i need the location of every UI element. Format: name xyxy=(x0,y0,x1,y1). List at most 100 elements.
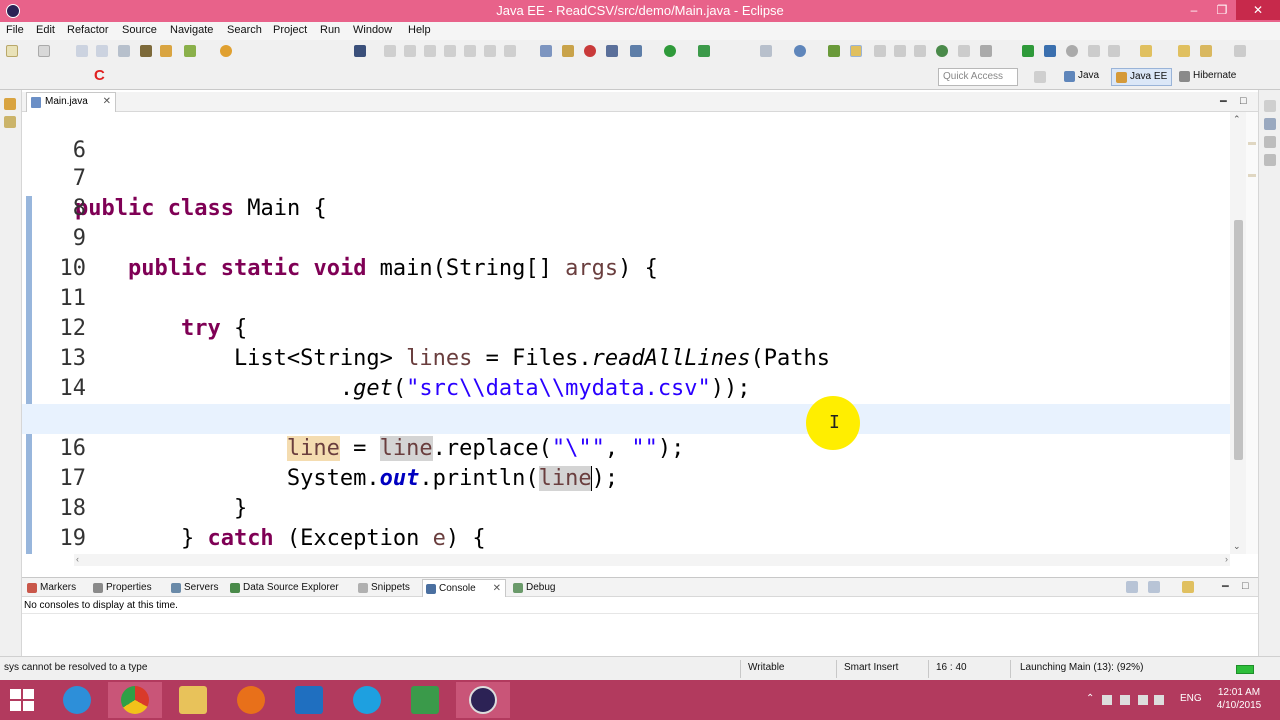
console-close-icon[interactable]: ✕ xyxy=(493,583,501,594)
configure-icon[interactable] xyxy=(630,45,642,57)
new-console-icon[interactable] xyxy=(1182,581,1194,593)
suspend-icon[interactable] xyxy=(404,45,416,57)
menu-source[interactable]: Source xyxy=(122,24,157,36)
save-icon[interactable] xyxy=(76,45,88,57)
debug-run-icon[interactable] xyxy=(698,45,710,57)
show-whitespace-icon[interactable] xyxy=(894,45,906,57)
perspective-java-ee[interactable]: Java EE xyxy=(1111,68,1173,86)
open-type-icon[interactable] xyxy=(140,45,152,57)
project-explorer-icon[interactable] xyxy=(4,116,16,128)
open-console-icon[interactable] xyxy=(1126,581,1138,593)
scroll-right-icon[interactable]: › xyxy=(1225,554,1228,564)
perspective-java[interactable]: Java xyxy=(1060,68,1103,86)
progress-indicator[interactable] xyxy=(1236,665,1254,674)
build-icon[interactable] xyxy=(562,45,574,57)
close-button[interactable]: ✕ xyxy=(1236,0,1280,20)
perspective-hibernate[interactable]: Hibernate xyxy=(1175,68,1240,86)
taskbar-skype[interactable] xyxy=(340,682,394,718)
deploy-icon[interactable] xyxy=(606,45,618,57)
step-over-icon[interactable] xyxy=(484,45,496,57)
display-console-icon[interactable] xyxy=(1148,581,1160,593)
tab-properties[interactable]: Properties xyxy=(90,579,156,597)
tab-console[interactable]: Console ✕ xyxy=(422,579,506,597)
tab-data-source-explorer[interactable]: Data Source Explorer xyxy=(227,579,343,597)
tab-markers[interactable]: Markers xyxy=(24,579,80,597)
menu-edit[interactable]: Edit xyxy=(36,24,55,36)
next-annotation-icon[interactable] xyxy=(1108,45,1120,57)
maximize-editor-icon[interactable]: □ xyxy=(1240,95,1247,107)
menu-file[interactable]: File xyxy=(6,24,24,36)
resume-icon[interactable] xyxy=(384,45,396,57)
redo-icon[interactable]: C xyxy=(94,67,105,84)
mark-occurrences-icon[interactable] xyxy=(850,45,862,57)
toggle-breakpoint-icon[interactable] xyxy=(540,45,552,57)
terminate-icon[interactable] xyxy=(424,45,436,57)
taskbar-chrome[interactable] xyxy=(108,682,162,718)
new-class-icon[interactable] xyxy=(794,45,806,57)
scroll-left-icon[interactable]: ‹ xyxy=(76,554,79,564)
minimize-panel-icon[interactable]: ━ xyxy=(1222,580,1229,593)
restore-view-icon[interactable] xyxy=(4,98,16,110)
stop-icon[interactable] xyxy=(584,45,596,57)
occurrence-marker[interactable] xyxy=(1248,142,1256,145)
tray-overflow-icon[interactable]: ⌃ xyxy=(1086,693,1094,704)
step-return-icon[interactable] xyxy=(504,45,516,57)
minimize-button[interactable]: – xyxy=(1180,0,1208,20)
new-java-project-icon[interactable] xyxy=(760,45,772,57)
console-view[interactable]: No consoles to display at this time. xyxy=(22,597,1258,656)
tab-main-java[interactable]: Main.java ✕ xyxy=(26,92,116,112)
toggle-block-icon[interactable] xyxy=(874,45,886,57)
code-editor[interactable]: 6 7 public class Main { 8 9 public stati… xyxy=(22,112,1258,554)
prev-annotation-icon[interactable] xyxy=(1140,45,1152,57)
task-list-icon[interactable] xyxy=(1264,136,1276,148)
minimize-editor-icon[interactable]: ━ xyxy=(1220,95,1227,108)
start-button-icon[interactable] xyxy=(10,689,36,713)
tab-close-icon[interactable]: ✕ xyxy=(103,96,111,107)
taskbar-file-explorer[interactable] xyxy=(166,682,220,718)
new-icon[interactable] xyxy=(6,45,18,57)
editor-horizontal-scrollbar[interactable]: ‹ › xyxy=(74,554,1230,566)
step-into-icon[interactable] xyxy=(464,45,476,57)
open-perspective-button-icon[interactable] xyxy=(1034,71,1046,83)
menu-project[interactable]: Project xyxy=(273,24,307,36)
pin-editor-icon[interactable] xyxy=(980,45,992,57)
word-wrap-icon[interactable] xyxy=(914,45,926,57)
external-tools-icon[interactable] xyxy=(1088,45,1100,57)
last-edit-icon[interactable] xyxy=(1178,45,1190,57)
menu-run[interactable]: Run xyxy=(320,24,340,36)
menu-search[interactable]: Search xyxy=(227,24,262,36)
tab-debug[interactable]: Debug xyxy=(510,579,559,597)
battery-icon[interactable] xyxy=(1154,695,1164,705)
coverage-icon[interactable] xyxy=(1066,45,1078,57)
scroll-thumb[interactable] xyxy=(1234,220,1243,460)
open-perspective-icon[interactable] xyxy=(828,45,840,57)
skip-breakpoints-icon[interactable] xyxy=(354,45,366,57)
input-language[interactable]: ENG xyxy=(1180,693,1202,704)
run-icon[interactable] xyxy=(664,45,676,57)
taskbar-internet-explorer[interactable] xyxy=(50,682,104,718)
tab-snippets[interactable]: Snippets xyxy=(355,579,414,597)
tab-servers[interactable]: Servers xyxy=(168,579,222,597)
taskbar-charts-app[interactable] xyxy=(398,682,452,718)
web-service-icon[interactable] xyxy=(936,45,948,57)
taskbar-clock[interactable]: 12:01 AM 4/10/2015 xyxy=(1214,686,1264,712)
menu-refactor[interactable]: Refactor xyxy=(67,24,109,36)
print-icon[interactable] xyxy=(118,45,130,57)
outline-view-icon[interactable] xyxy=(1264,118,1276,130)
scroll-down-icon[interactable]: ⌄ xyxy=(1233,541,1241,552)
taskbar-eclipse[interactable] xyxy=(456,682,510,718)
overview-ruler[interactable] xyxy=(1246,112,1258,554)
occurrence-marker[interactable] xyxy=(1248,174,1256,177)
maximize-panel-icon[interactable]: □ xyxy=(1242,580,1249,592)
scroll-up-icon[interactable]: ⌃ xyxy=(1233,114,1241,125)
editor-vertical-scrollbar[interactable]: ⌃ ⌄ xyxy=(1230,112,1246,554)
search-icon[interactable] xyxy=(1044,45,1056,57)
status-insert-mode[interactable]: Smart Insert xyxy=(844,662,898,673)
flag-icon[interactable] xyxy=(1120,695,1130,705)
restore-button[interactable]: ❐ xyxy=(1208,0,1236,20)
disconnect-icon[interactable] xyxy=(444,45,456,57)
palette-icon[interactable] xyxy=(1264,154,1276,166)
back-icon[interactable] xyxy=(1200,45,1212,57)
toggle-highlight-icon[interactable] xyxy=(958,45,970,57)
menu-help[interactable]: Help xyxy=(408,24,431,36)
